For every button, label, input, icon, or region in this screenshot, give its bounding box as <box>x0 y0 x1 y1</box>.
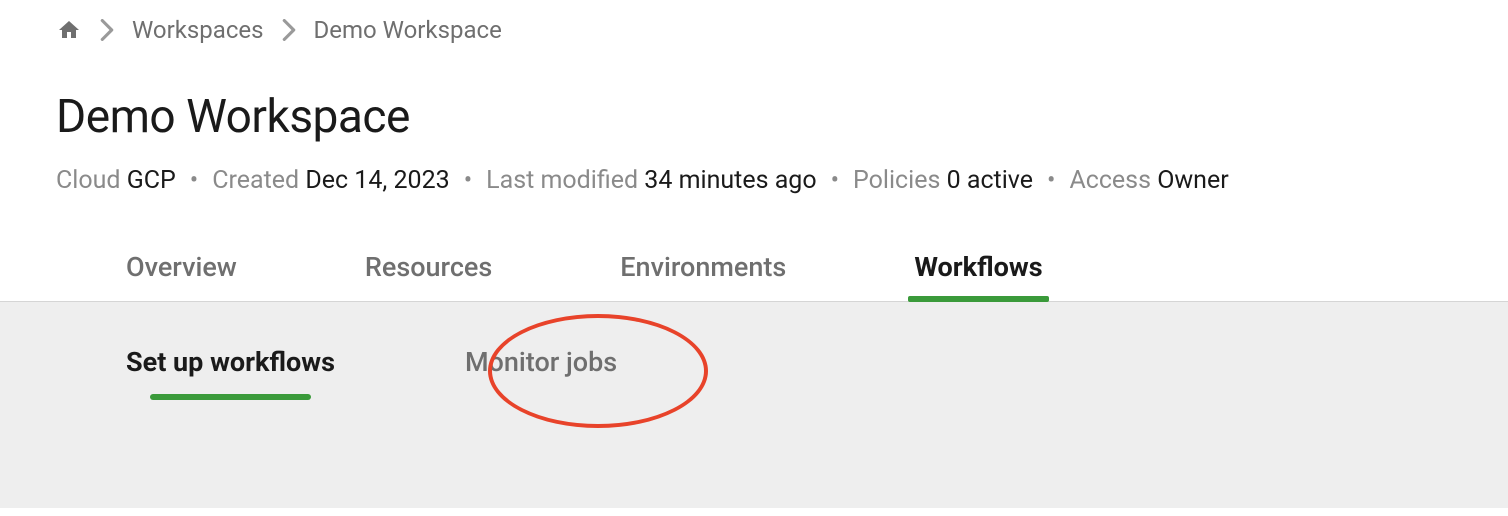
chevron-right-icon <box>282 19 296 41</box>
meta-cloud-label: Cloud <box>56 166 121 195</box>
meta-separator: • <box>1047 166 1055 195</box>
meta-policies-value: 0 active <box>947 166 1033 195</box>
tab-overview[interactable]: Overview <box>126 251 237 301</box>
subtab-setup-workflows[interactable]: Set up workflows <box>126 346 335 396</box>
home-icon[interactable] <box>56 18 82 42</box>
page-title: Demo Workspace <box>56 90 1452 144</box>
breadcrumb-workspaces[interactable]: Workspaces <box>132 16 264 44</box>
meta-modified-value: 34 minutes ago <box>644 166 816 195</box>
meta-separator: • <box>831 166 839 195</box>
meta-created-value: Dec 14, 2023 <box>305 166 449 195</box>
breadcrumb-current[interactable]: Demo Workspace <box>314 16 502 44</box>
meta-separator: • <box>190 166 198 195</box>
content-area: Set up workflows Monitor jobs <box>0 302 1508 508</box>
subtab-monitor-jobs[interactable]: Monitor jobs <box>465 346 617 396</box>
sub-tabs: Set up workflows Monitor jobs <box>56 346 1452 396</box>
breadcrumb: Workspaces Demo Workspace <box>56 16 1452 44</box>
tab-workflows[interactable]: Workflows <box>914 251 1042 301</box>
chevron-right-icon <box>100 19 114 41</box>
meta-row: Cloud GCP • Created Dec 14, 2023 • Last … <box>56 166 1452 195</box>
meta-access-value: Owner <box>1157 166 1229 195</box>
meta-policies-label: Policies <box>853 166 940 195</box>
meta-separator: • <box>464 166 472 195</box>
meta-access-label: Access <box>1069 166 1151 195</box>
meta-created-label: Created <box>212 166 299 195</box>
meta-cloud-value: GCP <box>127 166 176 195</box>
meta-modified-label: Last modified <box>486 166 638 195</box>
tab-environments[interactable]: Environments <box>620 251 786 301</box>
tab-resources[interactable]: Resources <box>365 251 492 301</box>
main-tabs: Overview Resources Environments Workflow… <box>56 251 1452 301</box>
